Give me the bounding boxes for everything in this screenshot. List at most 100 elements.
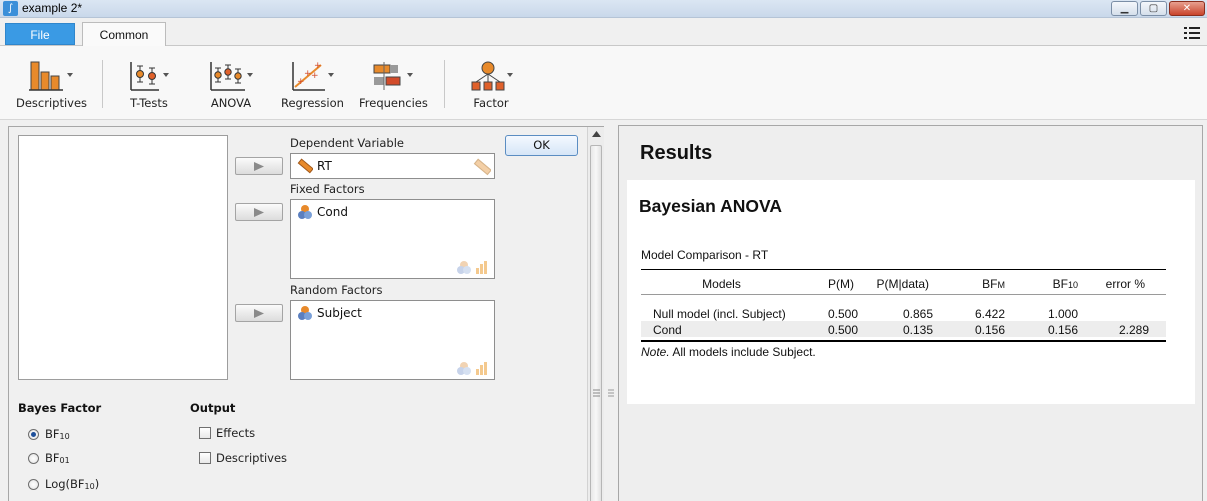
random-factors-label: Random Factors [290,283,383,297]
nominal-variable-icon [298,205,312,219]
descriptives-checkbox[interactable] [199,452,211,464]
analysis-title: Bayesian ANOVA [639,196,782,216]
col-bf10: BF10 [1005,277,1078,291]
minimize-button[interactable]: ▁ [1111,1,1138,16]
frequencies-button[interactable]: Frequencies [359,60,428,116]
table-cell-error: 2.289 [1118,323,1149,337]
table-cell-bfm: 0.156 [974,323,1005,337]
bf01-label: BF01 [45,451,70,465]
fixed-factor-item[interactable]: Cond [297,204,348,220]
frequencies-icon [373,62,413,90]
ribbon-separator [102,60,103,108]
svg-text:+: + [311,71,319,81]
results-panel: Results Bayesian ANOVA Model Comparison … [618,125,1203,501]
available-variables-list[interactable] [18,135,228,380]
menu-list-icon[interactable] [1184,26,1200,40]
col-pm: P(M) [828,277,854,291]
allowed-types-icon [457,362,487,375]
scroll-up-icon[interactable] [592,131,601,137]
tab-file[interactable]: File [5,23,75,45]
nominal-variable-icon [298,306,312,320]
dependent-variable-box[interactable]: RT [290,153,495,179]
anova-button[interactable]: ANOVA [203,60,259,116]
table-header-rule [641,294,1166,295]
table-cell-pm: 0.500 [827,323,858,337]
panel-splitter[interactable] [605,120,617,501]
t-tests-button[interactable]: T-Tests [122,60,176,116]
descriptives-label: Descriptives [16,96,88,110]
bf10-main-text: BF [45,427,60,441]
scrollbar-thumb[interactable] [590,145,602,501]
note-label: Note. [641,345,670,359]
dependent-variable-label: Dependent Variable [290,136,404,150]
effects-label: Effects [216,426,256,440]
col-pm-data: P(M|data) [876,277,929,291]
t-tests-icon [130,62,169,91]
table-cell-bf10: 0.156 [1047,323,1078,337]
bf01-sub-text: 01 [59,456,70,465]
table-cell-pm-data: 0.135 [902,323,933,337]
col-error: error % [1105,277,1145,291]
analysis-options-panel: Dependent Variable RT Fixed Factors Cond [8,126,604,501]
table-top-rule [641,269,1166,270]
app-icon: ∫ [3,1,18,16]
log-bf10-main-text: Log(BF [45,477,85,491]
fixed-factors-label: Fixed Factors [290,182,365,196]
log-bf10-label: Log(BF10) [45,477,99,491]
regression-button[interactable]: + + + + Regression [281,60,344,116]
log-bf10-sub-text: 10 [84,482,95,491]
col-bf10-main: BF [1052,277,1068,291]
effects-checkbox[interactable] [199,427,211,439]
ribbon-toolbar: Descriptives T-Tests ANOVA + + + + Regre… [0,46,1207,120]
arrow-right-icon [254,208,264,217]
factor-button[interactable]: Factor [466,60,516,116]
results-card: Bayesian ANOVA Model Comparison - RT Mod… [627,180,1195,404]
assign-fixed-factor-button[interactable] [235,203,283,221]
scale-variable-icon [297,158,313,174]
scale-variable-hint-icon [473,158,491,176]
t-tests-label: T-Tests [130,96,168,110]
tab-strip: File Common [0,18,1207,47]
assign-dependent-button[interactable] [235,157,283,175]
bf10-sub-text: 10 [59,432,70,441]
bf01-main-text: BF [45,451,60,465]
log-bf10-radio[interactable] [28,479,39,490]
dependent-variable-name: RT [317,159,332,173]
dependent-variable-item[interactable]: RT [297,158,332,174]
regression-icon: + + + + [292,61,334,91]
close-button[interactable]: ✕ [1169,1,1205,16]
bayes-factor-heading: Bayes Factor [18,401,102,415]
random-factors-box[interactable]: Subject [290,300,495,380]
factor-icon [471,61,513,91]
arrow-right-icon [254,309,264,318]
col-bfm-main: BF [982,277,998,291]
options-scrollbar[interactable] [587,127,604,501]
col-bfm: BFM [933,277,1005,291]
fixed-factor-name: Cond [317,205,348,219]
assign-random-factor-button[interactable] [235,304,283,322]
tab-common[interactable]: Common [82,22,166,47]
ok-button[interactable]: OK [505,135,578,156]
frequencies-label: Frequencies [359,96,428,110]
col-bf10-sub: 10 [1067,280,1078,290]
random-factor-item[interactable]: Subject [297,305,362,321]
descriptives-icon [29,61,73,91]
descriptives-button[interactable]: Descriptives [16,60,88,116]
results-heading: Results [640,142,713,164]
fixed-factors-box[interactable]: Cond [290,199,495,279]
bf10-radio[interactable] [28,429,39,440]
app-window: ∫ example 2* ▁ ▢ ✕ File Common Descripti… [0,0,1207,501]
table-row-model: Null model (incl. Subject) [653,307,786,321]
title-bar: ∫ example 2* ▁ ▢ ✕ [0,0,1207,18]
maximize-button[interactable]: ▢ [1140,1,1167,16]
descriptives-output-label: Descriptives [216,451,288,465]
table-row-model: Cond [653,323,682,337]
regression-label: Regression [281,96,344,110]
factor-label: Factor [473,96,509,110]
table-note: Note. All models include Subject. [641,345,816,359]
note-text: All models include Subject. [669,345,816,359]
col-models: Models [702,277,741,291]
table-cell-bf10: 1.000 [1047,307,1078,321]
bf01-radio[interactable] [28,453,39,464]
window-title: example 2* [22,1,83,15]
